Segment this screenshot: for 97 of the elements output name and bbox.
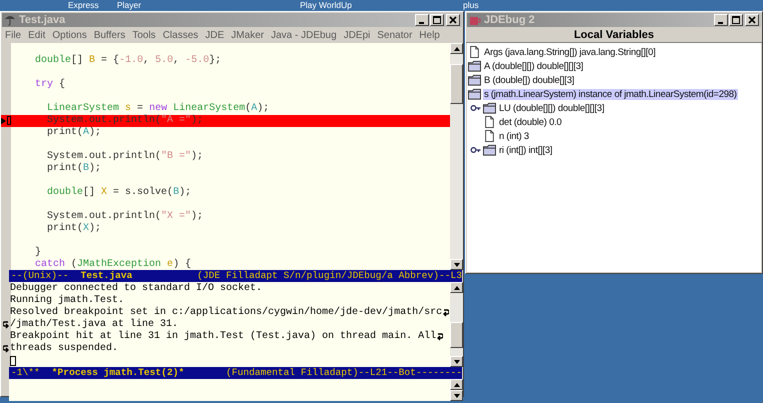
down-arrow-icon [454, 262, 460, 266]
scroll-down-button[interactable] [450, 356, 464, 367]
code-line: double[] X = s.solve(B); [46, 187, 192, 199]
close-icon [748, 16, 756, 24]
output-line: /jmath/Test.java at line 31. [10, 319, 178, 330]
scrollbar-thumb[interactable] [450, 64, 463, 104]
folder-icon [468, 88, 481, 100]
minimize-button[interactable] [714, 14, 728, 26]
tree-item[interactable]: det (double) 0.0 [498, 116, 563, 128]
column-header: Local Variables [466, 28, 762, 43]
menu-item[interactable]: Options [52, 30, 87, 41]
up-arrow-icon [454, 46, 460, 50]
maximize-icon [433, 16, 441, 24]
window-title: Test.java [19, 14, 66, 26]
menu-item[interactable]: Edit [28, 30, 46, 41]
menu-item[interactable]: Java - JDEbug [270, 30, 337, 41]
wrap-icon [3, 345, 9, 353]
output-line: Running jmath.Test. [10, 295, 124, 306]
code-line: System.out.println("A ="); [46, 115, 204, 126]
output-buffer[interactable] [2, 282, 450, 367]
maximize-button[interactable] [430, 14, 444, 26]
up-arrow-icon [454, 286, 460, 290]
buffer-name: Test.java [80, 270, 132, 282]
code-line: System.out.println("B ="); [46, 151, 204, 162]
tree-item[interactable]: n (int) 3 [498, 130, 530, 142]
document-icon [483, 130, 496, 142]
maximize-button[interactable] [729, 14, 743, 26]
window-title: JDEbug 2 [484, 14, 536, 26]
wrap-icon [3, 321, 9, 329]
cursor [7, 116, 11, 125]
menu-item[interactable]: Senator [377, 30, 412, 41]
cursor [10, 356, 16, 366]
key-icon[interactable] [470, 104, 481, 112]
close-icon [449, 16, 457, 24]
desktop-icon-label[interactable]: Express [68, 0, 99, 10]
menu-item[interactable]: Tools [132, 30, 156, 41]
scroll-up-button[interactable] [450, 282, 464, 293]
code-line: System.out.println("X ="); [46, 211, 204, 222]
menu-item[interactable]: JMaker [231, 30, 264, 41]
minimize-button[interactable] [415, 14, 429, 26]
output-line: Debugger connected to standard I/O socket. [10, 283, 262, 294]
scrollbar[interactable] [450, 43, 463, 270]
tree-item[interactable]: Args (java.lang.String[]) java.lang.String[][0] [483, 46, 656, 58]
code-line: } [34, 247, 42, 258]
down-arrow-icon [454, 394, 460, 398]
desktop-icon-label[interactable]: Play WorldUp [300, 0, 352, 10]
scrollbar-thumb[interactable] [450, 322, 464, 348]
code-line: double[] B = {-1.0, 5.0, -5.0}; [34, 55, 222, 67]
document-icon [483, 116, 496, 128]
code-line: catch (JMathException e) { [34, 259, 192, 271]
umbrella-icon [4, 14, 16, 26]
folder-icon [483, 144, 496, 156]
code-line: print(X); [46, 223, 102, 235]
mode-line-text: (JDE Filladapt S/n/plugin/JDEbug/a Abbrev)--L3 [197, 270, 462, 282]
wrap-icon [437, 333, 444, 341]
close-button[interactable] [745, 14, 759, 26]
down-arrow-icon [454, 360, 460, 364]
code-line: LinearSystem s = new LinearSystem(A); [46, 103, 270, 114]
scrollbar[interactable] [450, 282, 464, 367]
output-line: threads suspended. [10, 343, 118, 355]
code-line: try { [34, 79, 66, 91]
tree-item[interactable]: LU (double[][]) double[][][3] [498, 102, 606, 114]
menu-item[interactable]: JDEpi [344, 30, 370, 41]
mode-line-text: (Fundamental Filladapt)--L21--Bot-------- [226, 367, 462, 379]
tree-item[interactable]: B (double[]) double[][3] [483, 74, 576, 86]
maximize-icon [732, 16, 740, 24]
mode-line-text: --(Unix)-- [11, 270, 69, 282]
tree-item[interactable]: ri (int[]) int[][3] [498, 144, 554, 156]
scrollbar[interactable] [450, 379, 463, 401]
code-line: print(A); [46, 127, 102, 139]
desktop-icon-label[interactable]: Player [117, 0, 142, 10]
arrow-icon [1, 117, 6, 125]
menu-item[interactable]: File [5, 30, 22, 41]
tree-item[interactable]: A (double[][]) double[][][3] [483, 60, 584, 72]
tree-item[interactable]: s (jmath.LinearSystem) instance of jmath.LinearSystem(id=298) [483, 88, 738, 100]
key-icon[interactable] [470, 146, 481, 154]
scroll-up-button[interactable] [450, 379, 463, 390]
cup-icon [469, 14, 481, 26]
scroll-down-button[interactable] [450, 390, 463, 401]
close-button[interactable] [446, 14, 460, 26]
scroll-up-button[interactable] [450, 43, 463, 54]
scroll-down-button[interactable] [450, 259, 463, 270]
output-line: Resolved breakpoint set in c:/applications/cygwin/home/jde-dev/jmath/src [10, 307, 442, 318]
wrap-icon [443, 309, 450, 317]
mode-line-text: -1\** [11, 367, 40, 379]
buffer-name: *Process jmath.Test(2)* [52, 367, 184, 379]
menu-item[interactable]: Classes [162, 30, 198, 41]
output-line: Breakpoint hit at line 31 in jmath.Test (Test.java) on thread main. All [10, 331, 436, 342]
menu-item[interactable]: Help [419, 30, 440, 41]
up-arrow-icon [454, 382, 460, 386]
folder-icon [468, 60, 481, 72]
menu-item[interactable]: JDE [205, 30, 224, 41]
code-line: print(B); [46, 163, 102, 175]
folder-icon [483, 102, 496, 114]
menu-item[interactable]: Buffers [94, 30, 126, 41]
folder-icon [468, 74, 481, 86]
desktop-icon-label[interactable]: plus [463, 0, 479, 10]
